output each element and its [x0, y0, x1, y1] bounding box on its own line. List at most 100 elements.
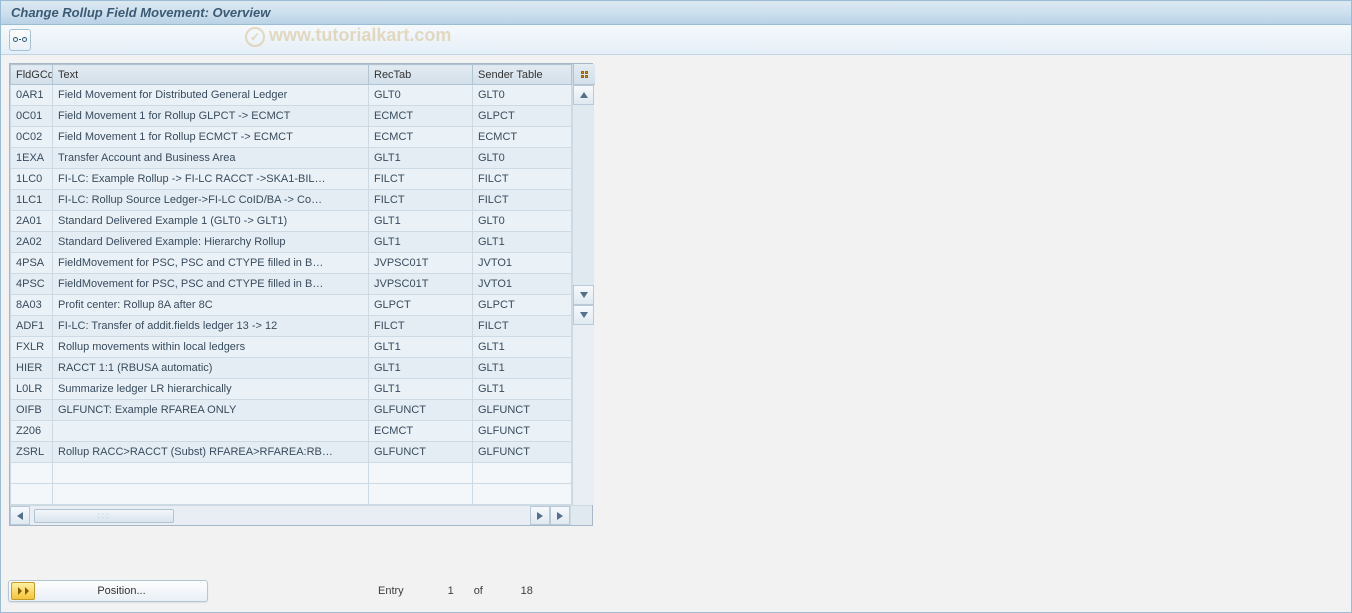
table-row[interactable]: 1LC1FI-LC: Rollup Source Ledger->FI-LC C… — [11, 190, 572, 211]
cell-code[interactable]: FXLR — [11, 337, 53, 358]
cell-code[interactable]: ADF1 — [11, 316, 53, 337]
cell-code[interactable]: 2A01 — [11, 211, 53, 232]
cell-rectab[interactable]: GLT1 — [369, 337, 473, 358]
position-button[interactable]: Position... — [8, 580, 208, 602]
cell-code[interactable]: HIER — [11, 358, 53, 379]
scroll-up-button[interactable] — [573, 85, 594, 105]
cell-rectab[interactable]: GLT1 — [369, 232, 473, 253]
cell-sender[interactable]: GLT1 — [473, 337, 572, 358]
cell-text[interactable]: Field Movement for Distributed General L… — [53, 85, 369, 106]
cell-text[interactable]: FI-LC: Rollup Source Ledger->FI-LC CoID/… — [53, 190, 369, 211]
cell-sender[interactable]: JVTO1 — [473, 274, 572, 295]
scroll-right-button[interactable] — [550, 506, 570, 525]
cell-rectab[interactable]: JVPSC01T — [369, 274, 473, 295]
configure-columns-button[interactable] — [573, 64, 595, 85]
cell-rectab[interactable]: FILCT — [369, 169, 473, 190]
scroll-track[interactable] — [573, 105, 594, 285]
cell-sender[interactable]: GLT1 — [473, 379, 572, 400]
cell-code[interactable]: 0C02 — [11, 127, 53, 148]
cell-text[interactable]: Field Movement 1 for Rollup GLPCT -> ECM… — [53, 106, 369, 127]
cell-rectab[interactable]: GLPCT — [369, 295, 473, 316]
table-row[interactable]: 4PSCFieldMovement for PSC, PSC and CTYPE… — [11, 274, 572, 295]
cell-text[interactable]: GLFUNCT: Example RFAREA ONLY — [53, 400, 369, 421]
cell-sender[interactable]: GLPCT — [473, 295, 572, 316]
cell-text[interactable]: FieldMovement for PSC, PSC and CTYPE fil… — [53, 274, 369, 295]
cell-rectab[interactable]: FILCT — [369, 190, 473, 211]
column-header-text[interactable]: Text — [53, 65, 369, 85]
cell-rectab[interactable]: GLFUNCT — [369, 442, 473, 463]
cell-rectab[interactable]: ECMCT — [369, 127, 473, 148]
cell-text[interactable]: FieldMovement for PSC, PSC and CTYPE fil… — [53, 253, 369, 274]
cell-sender[interactable]: JVTO1 — [473, 253, 572, 274]
cell-text[interactable]: FI-LC: Example Rollup -> FI-LC RACCT ->S… — [53, 169, 369, 190]
table-row[interactable]: Z206 ECMCTGLFUNCT — [11, 421, 572, 442]
cell-rectab[interactable]: GLT0 — [369, 85, 473, 106]
table-row[interactable]: 2A02Standard Delivered Example: Hierarch… — [11, 232, 572, 253]
cell-rectab[interactable]: JVPSC01T — [369, 253, 473, 274]
cell-text[interactable]: Rollup movements within local ledgers — [53, 337, 369, 358]
cell-text[interactable]: Profit center: Rollup 8A after 8C — [53, 295, 369, 316]
cell-rectab[interactable]: GLT1 — [369, 358, 473, 379]
cell-rectab[interactable]: ECMCT — [369, 106, 473, 127]
cell-text[interactable]: Standard Delivered Example 1 (GLT0 -> GL… — [53, 211, 369, 232]
cell-rectab[interactable]: FILCT — [369, 316, 473, 337]
cell-code[interactable]: L0LR — [11, 379, 53, 400]
table-row[interactable]: ZSRLRollup RACC>RACCT (Subst) RFAREA>RFA… — [11, 442, 572, 463]
display-details-button[interactable] — [9, 29, 31, 51]
table-row[interactable]: FXLRRollup movements within local ledger… — [11, 337, 572, 358]
cell-sender[interactable]: ECMCT — [473, 127, 572, 148]
cell-code[interactable]: 4PSC — [11, 274, 53, 295]
table-row[interactable]: 2A01Standard Delivered Example 1 (GLT0 -… — [11, 211, 572, 232]
cell-code[interactable]: 1LC0 — [11, 169, 53, 190]
table-row[interactable]: OIFBGLFUNCT: Example RFAREA ONLYGLFUNCTG… — [11, 400, 572, 421]
table-row[interactable]: L0LRSummarize ledger LR hierarchicallyGL… — [11, 379, 572, 400]
cell-code[interactable]: 8A03 — [11, 295, 53, 316]
cell-rectab[interactable]: GLFUNCT — [369, 400, 473, 421]
cell-code[interactable]: 1LC1 — [11, 190, 53, 211]
cell-sender[interactable]: GLT0 — [473, 148, 572, 169]
column-header-sender[interactable]: Sender Table — [473, 65, 572, 85]
cell-sender[interactable]: GLFUNCT — [473, 442, 572, 463]
cell-text[interactable]: Transfer Account and Business Area — [53, 148, 369, 169]
cell-rectab[interactable]: ECMCT — [369, 421, 473, 442]
cell-sender[interactable]: GLT1 — [473, 358, 572, 379]
cell-sender[interactable]: GLT0 — [473, 211, 572, 232]
cell-sender[interactable]: GLFUNCT — [473, 400, 572, 421]
table-row[interactable]: 0C01Field Movement 1 for Rollup GLPCT ->… — [11, 106, 572, 127]
cell-code[interactable]: 4PSA — [11, 253, 53, 274]
table-row[interactable]: 1LC0FI-LC: Example Rollup -> FI-LC RACCT… — [11, 169, 572, 190]
cell-text[interactable]: Rollup RACC>RACCT (Subst) RFAREA>RFAREA:… — [53, 442, 369, 463]
table-row[interactable]: 0AR1Field Movement for Distributed Gener… — [11, 85, 572, 106]
cell-sender[interactable]: FILCT — [473, 190, 572, 211]
column-header-rectab[interactable]: RecTab — [369, 65, 473, 85]
cell-code[interactable]: ZSRL — [11, 442, 53, 463]
hscroll-track[interactable]: ::: — [30, 506, 530, 525]
cell-text[interactable]: Summarize ledger LR hierarchically — [53, 379, 369, 400]
cell-code[interactable]: 0AR1 — [11, 85, 53, 106]
cell-sender[interactable]: GLT1 — [473, 232, 572, 253]
cell-sender[interactable]: GLT0 — [473, 85, 572, 106]
cell-sender[interactable]: FILCT — [473, 169, 572, 190]
cell-text[interactable]: FI-LC: Transfer of addit.fields ledger 1… — [53, 316, 369, 337]
cell-rectab[interactable]: GLT1 — [369, 211, 473, 232]
cell-rectab[interactable]: GLT1 — [369, 379, 473, 400]
table-row[interactable]: 8A03Profit center: Rollup 8A after 8CGLP… — [11, 295, 572, 316]
cell-rectab[interactable]: GLT1 — [369, 148, 473, 169]
cell-text[interactable]: Field Movement 1 for Rollup ECMCT -> ECM… — [53, 127, 369, 148]
cell-code[interactable]: 2A02 — [11, 232, 53, 253]
cell-text[interactable]: RACCT 1:1 (RBUSA automatic) — [53, 358, 369, 379]
cell-sender[interactable]: GLFUNCT — [473, 421, 572, 442]
table-row[interactable]: HIERRACCT 1:1 (RBUSA automatic)GLT1GLT1 — [11, 358, 572, 379]
scroll-left-button[interactable] — [10, 506, 30, 525]
table-row[interactable]: 0C02Field Movement 1 for Rollup ECMCT ->… — [11, 127, 572, 148]
column-header-code[interactable]: FldGCd — [11, 65, 53, 85]
table-row[interactable]: ADF1FI-LC: Transfer of addit.fields ledg… — [11, 316, 572, 337]
cell-code[interactable]: Z206 — [11, 421, 53, 442]
vertical-scrollbar[interactable] — [572, 64, 594, 505]
cell-code[interactable]: 0C01 — [11, 106, 53, 127]
scroll-down-single-button[interactable] — [573, 285, 594, 305]
cell-code[interactable]: 1EXA — [11, 148, 53, 169]
hscroll-thumb[interactable]: ::: — [34, 509, 174, 523]
cell-code[interactable]: OIFB — [11, 400, 53, 421]
scroll-right-single-button[interactable] — [530, 506, 550, 525]
